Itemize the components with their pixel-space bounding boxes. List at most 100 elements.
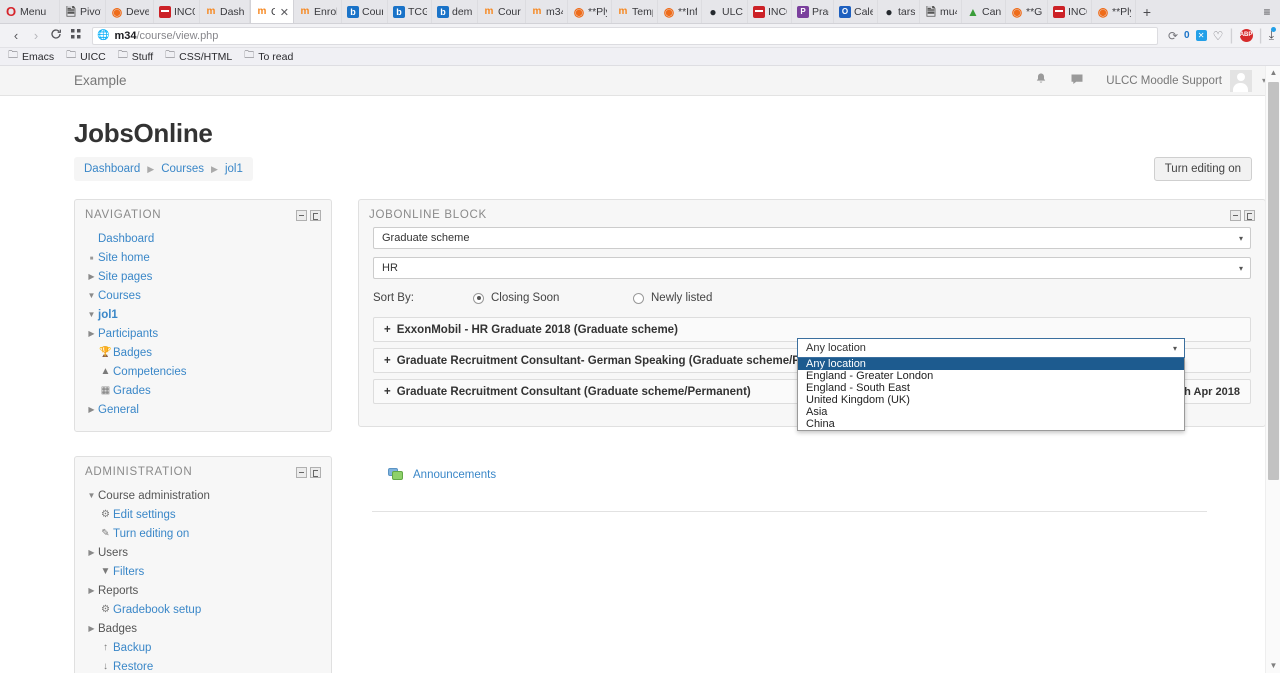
browser-tab-0[interactable]: O Menu — [0, 0, 60, 23]
chevron-right-icon[interactable] — [85, 586, 98, 595]
location-option-0[interactable]: Any location — [798, 358, 1184, 370]
nav-item-site-pages[interactable]: Site pages — [85, 267, 321, 286]
admin-item-label[interactable]: Turn editing on — [113, 528, 189, 540]
radio-icon[interactable] — [633, 292, 644, 304]
nav-item-label[interactable]: Grades — [113, 385, 151, 397]
adblock-shield-icon[interactable]: ✕ — [1195, 30, 1207, 41]
location-select-closed[interactable]: Any location ▾ — [797, 338, 1185, 358]
browser-tab-22[interactable]: ◉**Gly — [1006, 0, 1048, 23]
radio-icon[interactable] — [473, 292, 484, 304]
chevron-down-icon[interactable] — [85, 491, 98, 500]
collapse-icon[interactable] — [1230, 209, 1241, 221]
announcements-item[interactable]: Announcements — [388, 467, 1266, 483]
location-select-dropdown[interactable]: Any location ▾ Any location England - Gre… — [797, 338, 1185, 431]
scrollbar-thumb[interactable] — [1268, 82, 1279, 480]
browser-tab-14[interactable]: ◉ **Inf — [658, 0, 702, 23]
browser-tab-12[interactable]: ◉**Ply — [568, 0, 612, 23]
admin-item-label[interactable]: Filters — [113, 566, 144, 578]
tab-list-button[interactable]: ≡ — [1254, 0, 1280, 23]
chevron-right-icon[interactable] — [85, 405, 98, 414]
nav-item-label[interactable]: Badges — [113, 347, 152, 359]
admin-item-label[interactable]: Gradebook setup — [113, 604, 201, 616]
nav-item-competencies[interactable]: ▲ Competencies — [85, 362, 321, 381]
browser-tab-5[interactable]: m Co ✕ — [250, 0, 294, 23]
browser-tab-13[interactable]: m Temp — [612, 0, 658, 23]
nav-item-label[interactable]: Courses — [98, 290, 141, 302]
new-tab-button[interactable]: + — [1136, 0, 1158, 23]
location-option-4[interactable]: Asia — [798, 406, 1184, 418]
browser-tab-17[interactable]: Prag — [792, 0, 834, 23]
address-bar[interactable]: 🌐 m34 /course/view.php — [92, 26, 1158, 45]
nav-item-label[interactable]: Site home — [98, 252, 150, 264]
nav-item-participants[interactable]: Participants — [85, 324, 321, 343]
browser-tab-19[interactable]: ● tarsi — [878, 0, 920, 23]
bookmark-0[interactable]: 🗀 Emacs — [8, 48, 54, 65]
scroll-down-icon[interactable]: ▼ — [1266, 659, 1280, 673]
browser-tab-21[interactable]: ▲ Can — [962, 0, 1006, 23]
location-option-5[interactable]: China — [798, 418, 1184, 430]
nav-item-courses[interactable]: Courses — [85, 286, 321, 305]
admin-item-filters[interactable]: ▼ Filters — [85, 562, 321, 581]
bookmark-2[interactable]: 🗀 Stuff — [118, 48, 153, 65]
user-name[interactable]: ULCC Moodle Support — [1106, 75, 1222, 87]
nav-item-general[interactable]: General — [85, 400, 321, 419]
page-reload-icon[interactable]: ⟳ — [1168, 29, 1178, 43]
nav-item-label[interactable]: General — [98, 404, 139, 416]
collapse-icon[interactable] — [296, 209, 307, 221]
chevron-right-icon[interactable] — [85, 624, 98, 633]
admin-item-users[interactable]: Users — [85, 543, 321, 562]
adblock-extension-icon[interactable]: ABP — [1239, 29, 1253, 42]
browser-tab-8[interactable]: TCG — [388, 0, 432, 23]
admin-item-label[interactable]: Backup — [113, 642, 151, 654]
expand-icon[interactable]: + — [384, 324, 391, 336]
admin-item-turn-editing-on[interactable]: ✎ Turn editing on — [85, 524, 321, 543]
bullet-icon[interactable] — [85, 253, 98, 262]
browser-tab-15[interactable]: ● ULCC — [702, 0, 748, 23]
browser-tab-4[interactable]: m Dash — [200, 0, 250, 23]
scheme-select[interactable]: Graduate scheme ▾ — [373, 227, 1251, 249]
nav-item-label[interactable]: Dashboard — [98, 233, 154, 245]
nav-item-grades[interactable]: ▦ Grades — [85, 381, 321, 400]
scroll-up-icon[interactable]: ▲ — [1266, 66, 1280, 80]
bookmark-4[interactable]: 🗀 To read — [244, 48, 293, 65]
sort-option-newly-listed[interactable]: Newly listed — [633, 292, 712, 304]
close-icon[interactable]: ✕ — [280, 6, 289, 19]
browser-tab-16[interactable]: INC0 — [748, 0, 792, 23]
dock-icon[interactable] — [310, 209, 321, 221]
browser-tab-3[interactable]: INC0 — [154, 0, 200, 23]
browser-tab-10[interactable]: m Cour — [478, 0, 526, 23]
dock-icon[interactable] — [310, 466, 321, 478]
admin-item-edit-settings[interactable]: ⚙ Edit settings — [85, 505, 321, 524]
chevron-down-icon[interactable] — [85, 310, 98, 319]
chevron-right-icon[interactable] — [85, 548, 98, 557]
chevron-right-icon[interactable] — [85, 329, 98, 338]
downloads-icon[interactable]: ⤓ — [1269, 27, 1276, 43]
forward-button[interactable]: › — [26, 28, 46, 43]
browser-tab-2[interactable]: ◉ Deve — [106, 0, 154, 23]
browser-tab-23[interactable]: INC0 — [1048, 0, 1092, 23]
bookmark-1[interactable]: 🗀 UICC — [66, 48, 106, 65]
nav-item-badges[interactable]: 🏆 Badges — [85, 343, 321, 362]
expand-icon[interactable]: + — [384, 386, 391, 398]
browser-tab-18[interactable]: Caler — [834, 0, 878, 23]
admin-item-course-administration[interactable]: Course administration — [85, 486, 321, 505]
admin-item-label[interactable]: Edit settings — [113, 509, 176, 521]
breadcrumb-item-1[interactable]: Courses — [161, 163, 204, 175]
bell-icon[interactable] — [1034, 72, 1048, 89]
browser-tab-6[interactable]: m Enrol — [294, 0, 342, 23]
page-scrollbar[interactable]: ▲ ▼ — [1265, 66, 1280, 673]
chevron-right-icon[interactable] — [85, 272, 98, 281]
sort-option-closing-soon[interactable]: Closing Soon — [473, 292, 633, 304]
admin-item-badges[interactable]: Badges — [85, 619, 321, 638]
site-brand[interactable]: Example — [74, 73, 127, 88]
admin-item-restore[interactable]: ↓ Restore — [85, 657, 321, 673]
nav-item-site-home[interactable]: Site home — [85, 248, 321, 267]
admin-item-reports[interactable]: Reports — [85, 581, 321, 600]
expand-icon[interactable]: + — [384, 355, 391, 367]
breadcrumb-item-2[interactable]: jol1 — [225, 163, 243, 175]
browser-tab-1[interactable]: 🗎 Pivot — [60, 0, 106, 23]
avatar[interactable] — [1229, 69, 1252, 92]
message-icon[interactable] — [1070, 72, 1084, 89]
bookmark-3[interactable]: 🗀 CSS/HTML — [165, 48, 232, 65]
back-button[interactable]: ‹ — [6, 28, 26, 43]
